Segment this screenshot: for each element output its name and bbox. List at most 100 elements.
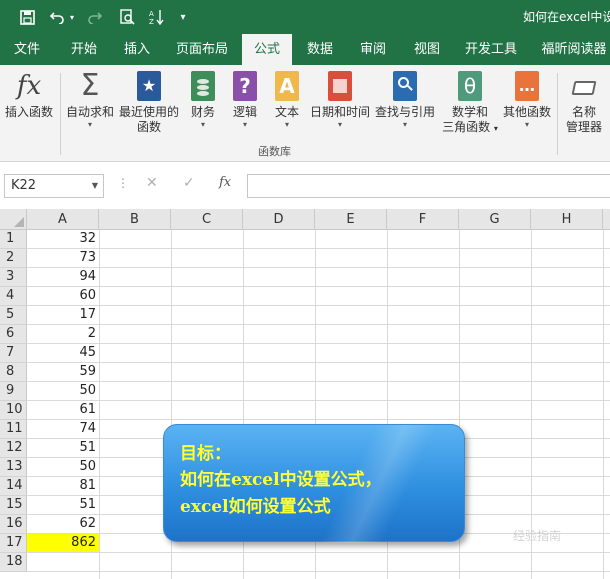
redo-icon[interactable]: [84, 0, 106, 34]
row-header[interactable]: 8: [0, 363, 27, 382]
insert-function-label: 插入函数: [4, 105, 53, 119]
print-preview-icon[interactable]: [116, 0, 138, 34]
tab-developer[interactable]: 开发工具: [458, 34, 524, 65]
column-header-g[interactable]: G: [459, 209, 531, 230]
financial-button[interactable]: 财务 ▾: [186, 69, 220, 130]
row-header[interactable]: 10: [0, 401, 27, 420]
table-row: [27, 363, 610, 382]
chevron-down-icon: ▾: [524, 120, 529, 129]
cell-a10[interactable]: 61: [27, 401, 99, 419]
row-header[interactable]: 18: [0, 553, 27, 572]
more-functions-button[interactable]: … 其他函数 ▾: [500, 69, 554, 130]
tab-review[interactable]: 审阅: [350, 34, 396, 65]
callout-line-1: 目标：: [180, 444, 231, 464]
row-header[interactable]: 4: [0, 287, 27, 306]
name-manager-button[interactable]: 名称 管理器: [562, 69, 606, 135]
row-header[interactable]: 5: [0, 306, 27, 325]
tab-formulas[interactable]: 公式: [242, 34, 292, 65]
row-header[interactable]: 3: [0, 268, 27, 287]
recently-used-button[interactable]: ★ 最近使用的 函数: [117, 69, 181, 135]
table-row: [27, 382, 610, 401]
autosum-button[interactable]: Σ 自动求和 ▾: [63, 69, 117, 130]
cell-a11[interactable]: 74: [27, 420, 99, 438]
logical-button[interactable]: ? 逻辑 ▾: [228, 69, 262, 130]
cell-a9[interactable]: 50: [27, 382, 99, 400]
cell-a16[interactable]: 62: [27, 515, 99, 533]
column-header-a[interactable]: A: [27, 209, 99, 230]
tab-insert[interactable]: 插入: [114, 34, 160, 65]
row-header[interactable]: 16: [0, 515, 27, 534]
sort-icon[interactable]: AZ: [145, 0, 167, 34]
tab-view[interactable]: 视图: [404, 34, 450, 65]
name-box-value: K22: [11, 178, 37, 193]
tab-data[interactable]: 数据: [296, 34, 344, 65]
row-header[interactable]: 12: [0, 439, 27, 458]
text-button[interactable]: A 文本 ▾: [270, 69, 304, 130]
cell-a18[interactable]: [27, 553, 99, 571]
cell-a7[interactable]: 45: [27, 344, 99, 362]
cell-a17[interactable]: 862: [27, 534, 99, 552]
math-trig-label: 数学和: [451, 105, 488, 119]
recently-used-label-2: 函数: [136, 120, 161, 134]
customize-qat-icon[interactable]: ▾: [176, 0, 190, 34]
cell-a15[interactable]: 51: [27, 496, 99, 514]
column-header-h[interactable]: H: [531, 209, 603, 230]
name-manager-label: 名称: [571, 105, 596, 119]
insert-function-icon[interactable]: fx: [219, 175, 231, 190]
chevron-down-icon: ▾: [284, 120, 289, 129]
row-header[interactable]: 2: [0, 249, 27, 268]
row-header[interactable]: 11: [0, 420, 27, 439]
row-header[interactable]: 13: [0, 458, 27, 477]
chevron-down-icon[interactable]: ▼: [92, 175, 98, 197]
save-icon[interactable]: [16, 0, 38, 34]
cell-a6[interactable]: 2: [27, 325, 99, 343]
cancel-icon[interactable]: ✕: [146, 175, 158, 191]
table-row: [27, 230, 610, 249]
undo-icon[interactable]: [46, 0, 68, 34]
row-header[interactable]: 7: [0, 344, 27, 363]
column-header-b[interactable]: B: [99, 209, 171, 230]
math-trig-button[interactable]: θ 数学和 三角函数 ▾: [438, 69, 502, 136]
tab-file[interactable]: 文件: [2, 34, 52, 65]
chevron-down-icon: ▾: [200, 120, 205, 129]
cell-a13[interactable]: 50: [27, 458, 99, 476]
formula-bar-grip-icon[interactable]: ⋮: [117, 176, 129, 190]
tab-page-layout[interactable]: 页面布局: [170, 34, 234, 65]
column-header-f[interactable]: F: [387, 209, 459, 230]
tab-home[interactable]: 开始: [60, 34, 108, 65]
cell-a2[interactable]: 73: [27, 249, 99, 267]
row-header[interactable]: 9: [0, 382, 27, 401]
enter-icon[interactable]: ✓: [183, 175, 195, 191]
row-header[interactable]: 17: [0, 534, 27, 553]
cell-a4[interactable]: 60: [27, 287, 99, 305]
formula-input[interactable]: [247, 174, 610, 198]
lookup-reference-button[interactable]: 查找与引用 ▾: [373, 69, 437, 130]
row-header[interactable]: 15: [0, 496, 27, 515]
date-time-label: 日期和时间: [309, 105, 370, 119]
date-time-button[interactable]: 日期和时间 ▾: [308, 69, 372, 130]
table-row: [27, 306, 610, 325]
cell-a12[interactable]: 51: [27, 439, 99, 457]
cell-a3[interactable]: 94: [27, 268, 99, 286]
column-header-i[interactable]: [603, 209, 610, 230]
tab-foxit-reader[interactable]: 福昕阅读器: [538, 34, 610, 65]
row-header[interactable]: 6: [0, 325, 27, 344]
column-header-d[interactable]: D: [243, 209, 315, 230]
more-book-icon: …: [515, 71, 539, 101]
row-header[interactable]: 14: [0, 477, 27, 496]
name-box[interactable]: K22 ▼: [4, 174, 104, 198]
undo-dropdown-icon[interactable]: ▾: [67, 0, 77, 34]
cell-a5[interactable]: 17: [27, 306, 99, 324]
select-all-corner[interactable]: [0, 209, 27, 230]
row-header[interactable]: 1: [0, 230, 27, 249]
financial-label: 财务: [190, 105, 215, 119]
column-header-c[interactable]: C: [171, 209, 243, 230]
cell-a14[interactable]: 81: [27, 477, 99, 495]
text-book-icon: A: [275, 71, 299, 101]
cell-a8[interactable]: 59: [27, 363, 99, 381]
column-header-e[interactable]: E: [315, 209, 387, 230]
insert-function-button[interactable]: fx 插入函数: [2, 69, 56, 120]
formula-bar: K22 ▼ ⋮ ✕ ✓ fx: [0, 163, 610, 209]
ribbon-divider: [60, 73, 61, 155]
cell-a1[interactable]: 32: [27, 230, 99, 248]
